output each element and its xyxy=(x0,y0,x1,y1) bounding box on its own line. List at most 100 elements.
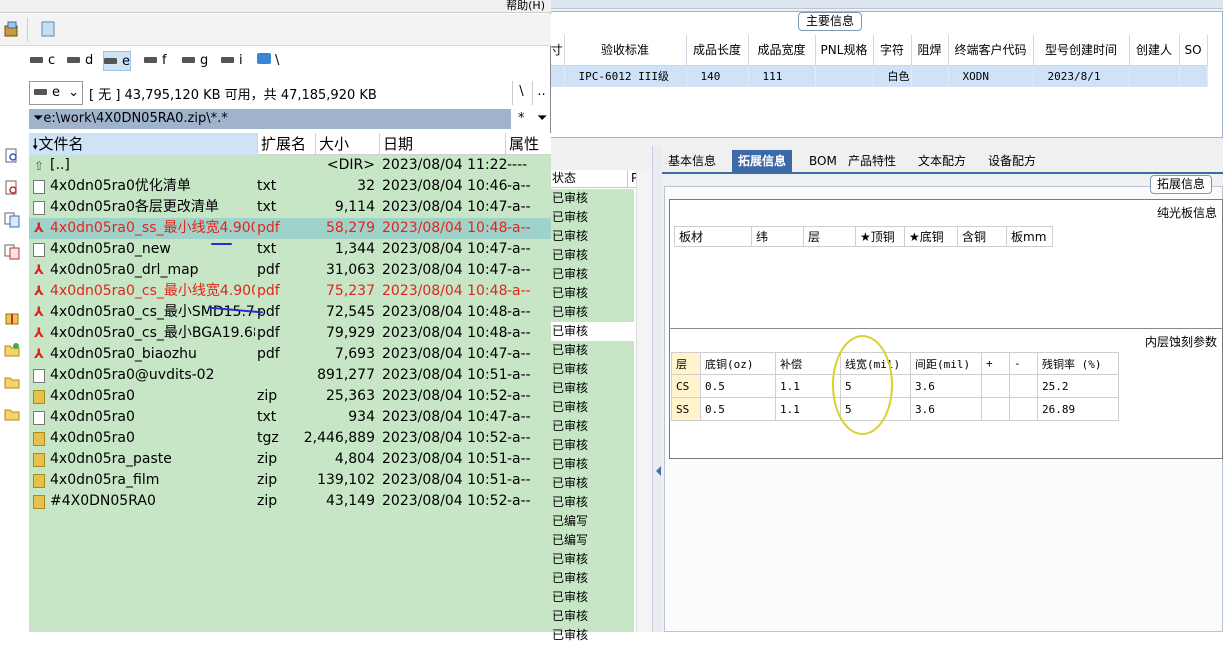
ext-column-header[interactable]: 扩展名 xyxy=(258,133,316,155)
main-cell[interactable] xyxy=(815,65,874,87)
inner-column-header[interactable]: - xyxy=(1009,352,1038,375)
status-row[interactable]: 已审核 xyxy=(550,436,634,455)
folder-icon[interactable] xyxy=(4,406,20,422)
inner-column-header[interactable]: 补偿 xyxy=(775,352,841,375)
inner-cell[interactable]: 1.1 xyxy=(775,397,841,421)
status-row[interactable]: 已编写 xyxy=(550,512,634,531)
file-row[interactable]: 4x0dn05ra_paste zip 4,804 2023/08/04 10:51-… xyxy=(29,449,551,470)
plain-column-header[interactable]: 板材 xyxy=(674,226,752,247)
main-column-header[interactable]: 成品宽度 xyxy=(748,35,816,66)
chevron-down-icon[interactable]: ⌄ xyxy=(68,82,79,104)
tab-2[interactable]: BOM xyxy=(803,150,843,172)
drive-button-6[interactable]: \ xyxy=(257,51,279,71)
name-column-header[interactable]: 🠗文件名 xyxy=(29,133,258,155)
status-row[interactable]: 已审核 xyxy=(550,303,634,322)
status-row[interactable]: 已审核 xyxy=(550,227,634,246)
plain-column-header[interactable]: 含铜 xyxy=(957,226,1007,247)
inner-column-header[interactable]: 层 xyxy=(671,352,701,375)
main-column-header[interactable]: 型号创建时间 xyxy=(1033,35,1130,66)
status-row[interactable]: 已审核 xyxy=(550,455,634,474)
inner-cell[interactable] xyxy=(1009,397,1038,421)
status-row[interactable]: 已审核 xyxy=(550,189,634,208)
status-list-header[interactable]: 状态 P xyxy=(550,170,638,188)
inner-cell[interactable]: 26.89 xyxy=(1037,397,1119,421)
folder-icon[interactable] xyxy=(4,374,20,390)
file-row[interactable]: ⅄ 4x0dn05ra0_drl_map pdf 31,063 2023/08/04 1… xyxy=(29,260,551,281)
date-column-header[interactable]: 日期 xyxy=(380,133,506,155)
tab-5[interactable]: 设备配方 xyxy=(982,150,1042,172)
inner-cell[interactable]: 0.5 xyxy=(700,397,776,421)
main-column-header[interactable]: 创建人 xyxy=(1129,35,1180,66)
inner-column-header[interactable]: 残铜率 (%) xyxy=(1037,352,1119,375)
file-row[interactable]: 4x0dn05ra0优化清单 txt 32 2023/08/04 10:46 -a-- xyxy=(29,176,551,197)
file-row[interactable]: ⅄ 4x0dn05ra0_cs_最小SMD15.75 pdf 72,545 2023/0… xyxy=(29,302,551,323)
parent-dir-button[interactable]: .. xyxy=(532,81,550,105)
status-row[interactable]: 已审核 xyxy=(550,398,634,417)
plain-column-header[interactable]: 纬 xyxy=(751,226,804,247)
status-row[interactable]: 已审核 xyxy=(550,474,634,493)
status-row[interactable]: 已审核 xyxy=(550,360,634,379)
main-cell[interactable] xyxy=(911,65,949,87)
main-column-header[interactable]: 验收标准 xyxy=(564,35,687,66)
inner-cell[interactable]: 0.5 xyxy=(700,374,776,398)
panel-splitter[interactable] xyxy=(652,146,662,632)
status-row[interactable]: 已审核 xyxy=(550,284,634,303)
main-cell[interactable]: 白色 xyxy=(873,65,912,87)
inner-cell[interactable] xyxy=(981,397,1010,421)
main-column-header[interactable]: 寸 xyxy=(550,35,565,66)
plain-column-header[interactable]: ★顶铜 xyxy=(855,226,905,247)
main-info-data-row[interactable]: IPC-6012 III级 140 111 白色 XODN 2023/8/1 xyxy=(550,65,1208,87)
main-cell[interactable]: 111 xyxy=(748,65,816,87)
drive-button-1[interactable]: d xyxy=(67,51,93,71)
status-column-header[interactable]: 状态 xyxy=(552,170,576,187)
inner-cell[interactable]: 3.6 xyxy=(910,397,982,421)
status-row[interactable]: 已审核 xyxy=(550,607,634,626)
status-row[interactable]: 已审核 xyxy=(550,341,634,360)
inner-cell[interactable]: SS xyxy=(671,397,701,421)
tab-0[interactable]: 基本信息 xyxy=(662,150,722,172)
status-row[interactable]: 已审核 xyxy=(550,322,634,341)
file-row[interactable]: ⅄ 4x0dn05ra0_cs_最小线宽4.900 pdf 75,237 2023/08… xyxy=(29,281,551,302)
drive-button-4[interactable]: g xyxy=(182,51,208,71)
main-column-header[interactable]: 字符 xyxy=(873,35,912,66)
inner-cell[interactable]: 25.2 xyxy=(1037,374,1119,398)
tab-4[interactable]: 文本配方 xyxy=(912,150,972,172)
plain-column-header[interactable]: 层 xyxy=(803,226,856,247)
inner-cell[interactable]: 3.6 xyxy=(910,374,982,398)
drive-button-3[interactable]: f xyxy=(144,51,167,71)
status-row[interactable]: 已审核 xyxy=(550,626,634,645)
plain-column-header[interactable]: ★底铜 xyxy=(904,226,958,247)
tab-1[interactable]: 拓展信息 xyxy=(732,150,793,172)
file-row[interactable]: 4x0dn05ra_film zip 139,102 2023/08/04 10:51… xyxy=(29,470,551,491)
help-menu[interactable]: 帮助(H) xyxy=(506,0,545,13)
main-column-header[interactable]: 阻焊 xyxy=(911,35,949,66)
inner-cell[interactable] xyxy=(981,374,1010,398)
main-cell[interactable]: 140 xyxy=(686,65,749,87)
new-folder-icon[interactable] xyxy=(4,342,20,358)
tab-3[interactable]: 产品特性 xyxy=(842,150,902,172)
file-row[interactable]: ⅄ 4x0dn05ra0_ss_最小线宽4.900 pdf 58,279 2023/08… xyxy=(29,218,551,239)
main-cell[interactable] xyxy=(550,65,565,87)
file-row[interactable]: 4x0dn05ra0 zip 25,363 2023/08/04 10:52 -a-- xyxy=(29,386,551,407)
status-row[interactable]: 已审核 xyxy=(550,588,634,607)
status-row[interactable]: 已审核 xyxy=(550,493,634,512)
status-row[interactable]: 已审核 xyxy=(550,550,634,569)
main-cell[interactable] xyxy=(1179,65,1208,87)
drive-button-2[interactable]: e xyxy=(103,51,131,71)
status-list-scrollbar[interactable] xyxy=(636,170,652,632)
compare-files-icon[interactable] xyxy=(4,244,20,260)
filter-button[interactable]: * ⏷ xyxy=(513,109,551,129)
main-cell[interactable]: 2023/8/1 xyxy=(1033,65,1130,87)
inner-cell[interactable]: 1.1 xyxy=(775,374,841,398)
search-file-icon[interactable] xyxy=(4,180,20,196)
file-row[interactable]: 4x0dn05ra0@uvdits-02 891,277 2023/08/04 10… xyxy=(29,365,551,386)
inner-cell[interactable] xyxy=(1009,374,1038,398)
inner-cell[interactable]: CS xyxy=(671,374,701,398)
inner-column-header[interactable]: 间距(mil) xyxy=(910,352,982,375)
root-dir-button[interactable]: \ xyxy=(512,81,530,105)
find-files-icon[interactable] xyxy=(4,148,20,164)
inner-etching-row[interactable]: SS 0.5 1.1 5 3.6 26.89 xyxy=(671,397,1119,421)
size-column-header[interactable]: 大小 xyxy=(316,133,380,155)
drive-button-5[interactable]: i xyxy=(221,51,243,71)
path-dropdown-icon[interactable]: ⏷ xyxy=(33,111,43,126)
